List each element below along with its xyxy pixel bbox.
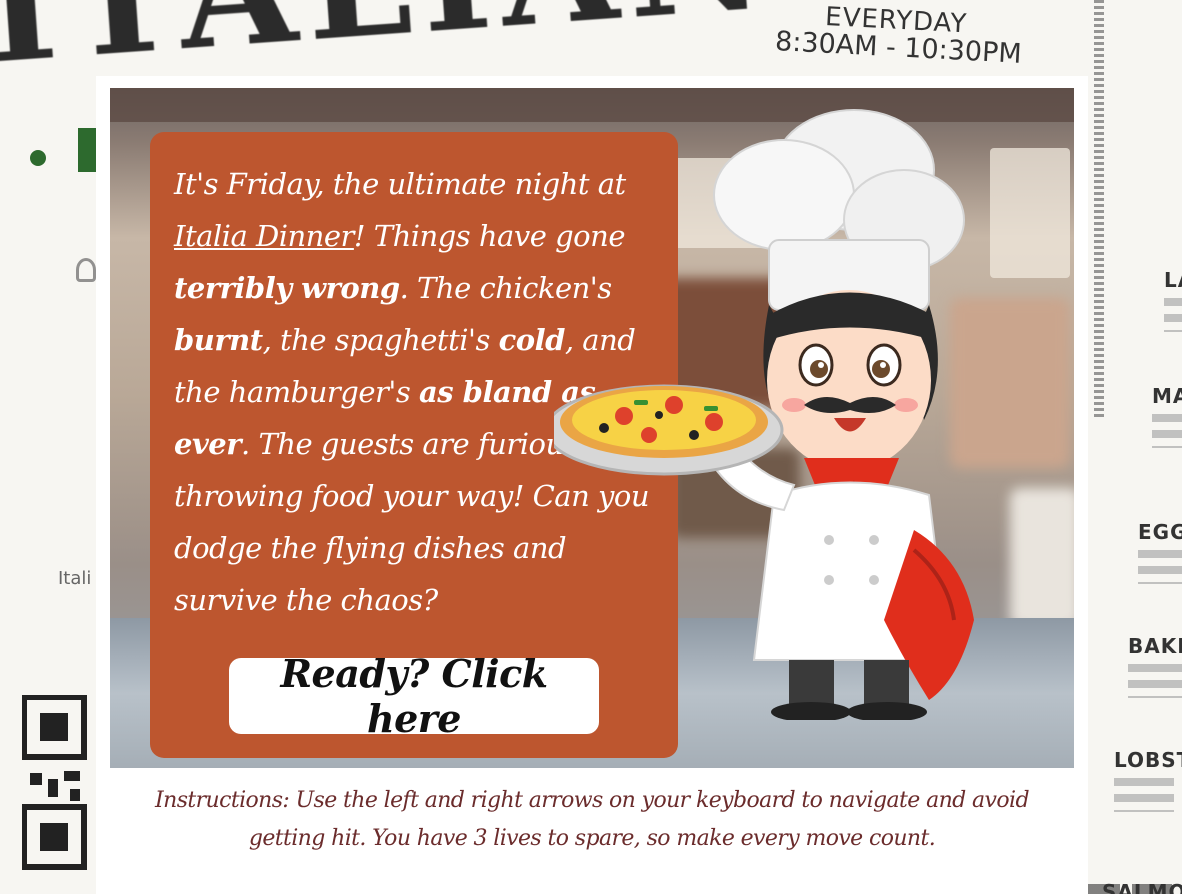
- instructions-text: Instructions: Use the left and right arr…: [96, 782, 1088, 858]
- instructions-line: getting hit. You have 3 lives to spare, …: [248, 826, 936, 851]
- menu-divider: [1094, 0, 1104, 420]
- story-text-part: , the spaghetti's: [262, 323, 499, 357]
- menu-item-desc: [1114, 778, 1174, 812]
- menu-item-name: EGG: [1138, 520, 1182, 544]
- instructions-line: Instructions: Use the left and right arr…: [155, 788, 1030, 813]
- menu-item: LOBST: [1114, 748, 1182, 812]
- ornament-icon: [76, 258, 96, 282]
- menu-item-desc: [1138, 550, 1182, 584]
- hours-time: 8:30AM - 10:30PM: [774, 26, 1023, 70]
- side-text: Itali: [58, 568, 92, 589]
- menu-item: LA: [1164, 268, 1182, 332]
- menu-item: BAKE: [1128, 634, 1182, 698]
- game-start-panel: It's Friday, the ultimate night at Itali…: [96, 76, 1088, 894]
- bullet-dot: [30, 150, 46, 166]
- menu-item-name: MA: [1152, 384, 1182, 408]
- qr-code-icon: [22, 695, 87, 870]
- start-game-button[interactable]: Ready? Click here: [229, 651, 599, 741]
- menu-item-name: LOBST: [1114, 748, 1182, 772]
- story-highlight: terribly wrong: [174, 271, 400, 305]
- menu-item-name: LA: [1164, 268, 1182, 292]
- menu-item: EGG: [1138, 520, 1182, 584]
- menu-item-desc: [1164, 298, 1182, 332]
- kitchen-scene: It's Friday, the ultimate night at Itali…: [110, 88, 1074, 768]
- menu-item-desc: [1152, 414, 1182, 448]
- chef-illustration: [554, 109, 974, 720]
- restaurant-name: Italia Dinner: [174, 219, 354, 253]
- story-highlight: burnt: [174, 323, 263, 357]
- menu-item: MA: [1152, 384, 1182, 448]
- menu-item-name: BAKE: [1128, 634, 1182, 658]
- menu-item-desc: [1128, 664, 1182, 698]
